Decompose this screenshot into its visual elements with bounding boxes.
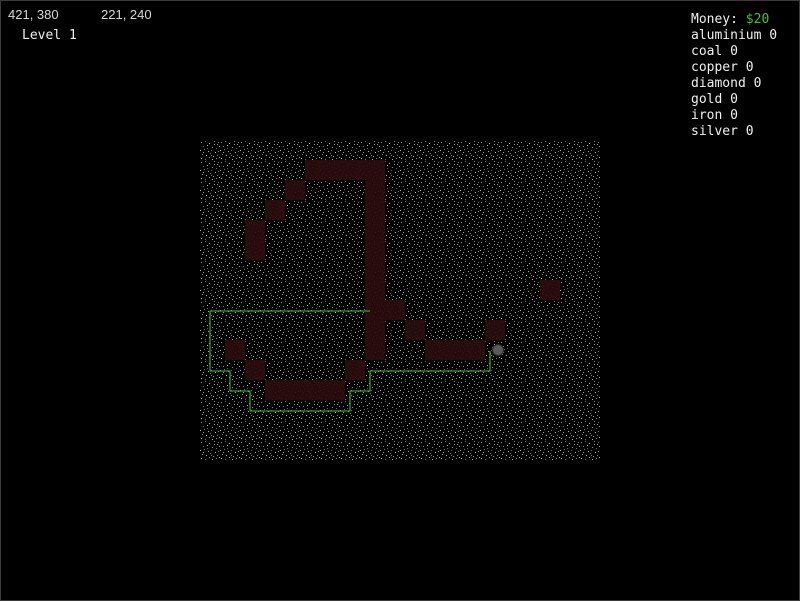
- tunnel-cell: [245, 360, 265, 380]
- tunnel-cell: [385, 300, 405, 320]
- resource-count: 0: [769, 28, 778, 43]
- money-row: Money: $20: [691, 12, 777, 28]
- tunnel-cell: [445, 340, 465, 360]
- tunnel-cell: [325, 380, 345, 400]
- resource-name: copper: [691, 60, 738, 75]
- resource-count: 0: [745, 124, 754, 139]
- tunnel-cell: [305, 160, 325, 180]
- resource-count: 0: [730, 92, 738, 107]
- drill-head-icon[interactable]: [492, 344, 504, 356]
- resource-row-silver: silver 0: [691, 124, 777, 140]
- tunnel-cell: [465, 340, 485, 360]
- tunnel-cell: [365, 280, 385, 300]
- tunnel-cell: [365, 320, 385, 340]
- tunnel-cell: [365, 180, 385, 200]
- tunnel-cell: [225, 340, 245, 360]
- tunnel-cell: [305, 380, 325, 400]
- resource-count: 0: [730, 44, 738, 59]
- tunnel-cell: [265, 380, 285, 400]
- tunnel-cell: [365, 160, 385, 180]
- resource-row-copper: copper 0: [691, 60, 777, 76]
- money-label: Money:: [691, 12, 738, 27]
- cursor-coords: 421, 380: [8, 7, 59, 22]
- resource-name: diamond: [691, 76, 746, 91]
- tunnel-cell: [285, 380, 305, 400]
- resource-name: coal: [691, 44, 723, 59]
- tunnel-cell: [365, 340, 385, 360]
- tunnel-cell: [405, 320, 425, 340]
- tunnel-cell: [540, 280, 560, 300]
- level-label: Level 1: [22, 28, 77, 43]
- resource-row-iron: iron 0: [691, 108, 777, 124]
- tunnel-cell: [245, 220, 265, 240]
- resource-name: aluminium: [691, 28, 762, 43]
- tunnel-cell: [285, 180, 305, 200]
- resource-name: silver: [691, 124, 738, 139]
- resource-row-coal: coal 0: [691, 44, 777, 60]
- tunnel-cell: [365, 260, 385, 280]
- origin-coords: 221, 240: [101, 7, 152, 22]
- resource-panel: Money: $20 aluminium 0 coal 0 copper 0 d…: [691, 12, 777, 140]
- tunnel-cell: [425, 340, 445, 360]
- resource-row-diamond: diamond 0: [691, 76, 777, 92]
- resource-count: 0: [745, 60, 754, 75]
- resource-row-gold: gold 0: [691, 92, 777, 108]
- tunnel-cell: [345, 160, 365, 180]
- tunnel-cell: [365, 300, 385, 320]
- tunnel-cell: [365, 240, 385, 260]
- resource-row-aluminium: aluminium 0: [691, 28, 777, 44]
- tunnel-cell: [245, 240, 265, 260]
- money-value: $20: [745, 12, 770, 27]
- tunnel-cell: [485, 320, 505, 340]
- resource-count: 0: [753, 76, 762, 91]
- tunnel-cell: [265, 200, 285, 220]
- tunnel-cell: [325, 160, 345, 180]
- tunnel-cell: [365, 220, 385, 240]
- tunnel-cell: [345, 360, 365, 380]
- tunnel-cell: [365, 200, 385, 220]
- resource-name: gold: [691, 92, 723, 107]
- resource-count: 0: [730, 108, 738, 123]
- resource-name: iron: [691, 108, 723, 123]
- mining-grid[interactable]: [200, 140, 600, 460]
